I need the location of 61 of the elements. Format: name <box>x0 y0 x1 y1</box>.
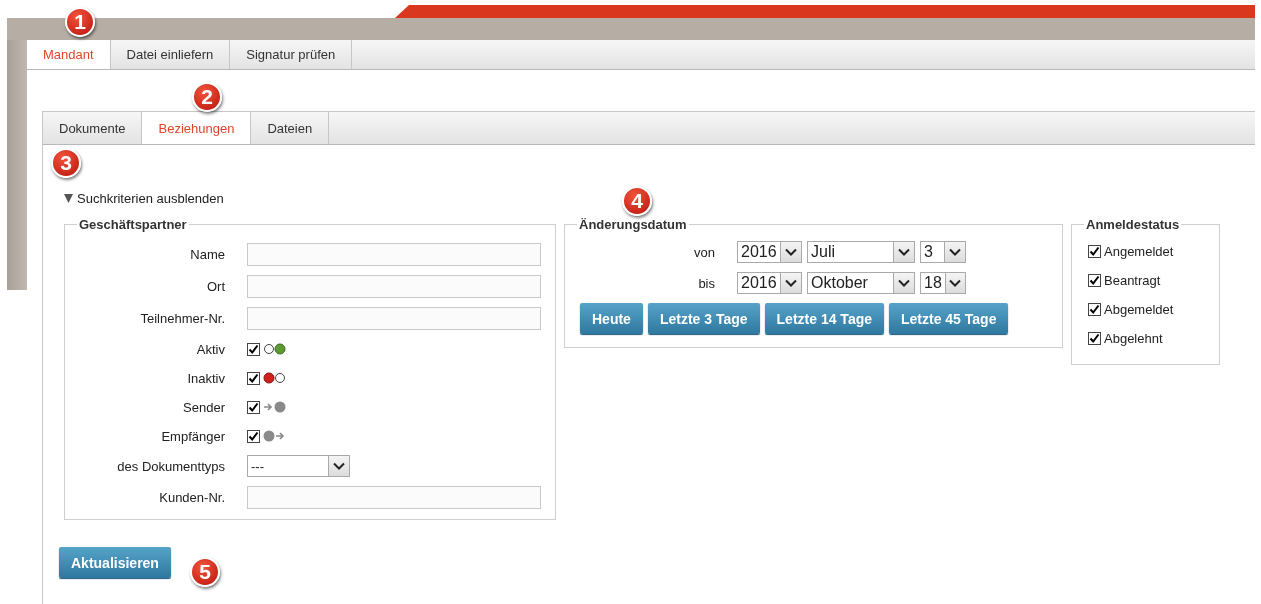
checkbox[interactable] <box>247 371 260 385</box>
text-field[interactable] <box>247 243 541 266</box>
field-label: Empfänger <box>160 428 225 444</box>
day-dropdown[interactable]: 3 <box>920 241 966 263</box>
tab[interactable]: Dateien <box>251 112 330 144</box>
tab[interactable]: Signatur prüfen <box>230 40 353 69</box>
text-field[interactable] <box>247 307 541 330</box>
checkbox-label: Abgemeldet <box>1104 301 1174 317</box>
tab[interactable]: Mandant <box>27 40 111 69</box>
checkbox[interactable] <box>247 342 260 356</box>
active-status-icon <box>263 343 286 355</box>
year-dropdown[interactable]: 2016 <box>737 241 802 263</box>
receiver-arrow-icon <box>263 430 286 442</box>
inactive-status-icon <box>263 372 286 384</box>
update-button[interactable]: Aktualisieren <box>59 547 171 578</box>
tab[interactable]: Datei einliefern <box>110 40 231 69</box>
chevron-down-icon <box>333 462 345 470</box>
sender-arrow-icon <box>263 401 286 413</box>
month-dropdown[interactable]: Juli <box>807 241 915 263</box>
checkbox[interactable] <box>247 400 260 414</box>
field-label: Kunden-Nr. <box>158 490 225 505</box>
field-label: Aktiv <box>195 341 225 357</box>
chevron-down-icon <box>785 248 797 256</box>
group-title: Anmeldestatus <box>1085 217 1181 232</box>
callout-badge: 1 <box>65 7 95 37</box>
field-label: Inaktiv <box>186 370 225 386</box>
field-label: Name <box>189 247 225 262</box>
text-field[interactable] <box>247 275 541 298</box>
month-dropdown[interactable]: Oktober <box>807 272 915 294</box>
checkbox-label: Beantragt <box>1104 272 1161 288</box>
field-label: Teilnehmer-Nr. <box>139 311 225 326</box>
year-dropdown[interactable]: 2016 <box>737 272 802 294</box>
triangle-down-icon[interactable] <box>64 193 73 203</box>
field-label: Ort <box>205 279 225 294</box>
field-label: von <box>693 244 715 260</box>
checkbox[interactable] <box>247 429 260 443</box>
group-title: Änderungsdatum <box>578 217 688 232</box>
field-label: Sender <box>182 399 225 415</box>
date-range-button[interactable]: Letzte 45 Tage <box>889 303 1009 334</box>
chevron-down-icon <box>949 248 961 256</box>
date-range-button[interactable]: Letzte 3 Tage <box>647 303 760 334</box>
day-dropdown[interactable]: 18 <box>920 272 966 294</box>
text-field[interactable] <box>247 486 541 509</box>
chevron-down-icon <box>785 279 797 287</box>
group-title: Geschäftspartner <box>78 217 188 232</box>
date-range-button[interactable]: Letzte 14 Tage <box>764 303 884 334</box>
checkbox[interactable] <box>1088 273 1101 287</box>
checkbox[interactable] <box>1088 244 1101 258</box>
toggle-link[interactable]: Suchkriterien ausblenden <box>77 190 224 206</box>
date-range-button[interactable]: Heute <box>580 303 643 334</box>
chevron-down-icon <box>949 279 962 287</box>
checkbox-label: Abgelehnt <box>1104 330 1163 346</box>
field-label: des Dokumenttyps <box>116 458 225 474</box>
tab[interactable]: Beziehungen <box>142 112 252 144</box>
dropdown[interactable]: --- <box>247 455 350 477</box>
chevron-down-icon <box>898 248 910 256</box>
checkbox-label: Angemeldet <box>1104 243 1174 259</box>
field-label: bis <box>697 275 715 291</box>
chevron-down-icon <box>898 279 910 287</box>
checkbox[interactable] <box>1088 331 1101 345</box>
checkbox[interactable] <box>1088 302 1101 316</box>
